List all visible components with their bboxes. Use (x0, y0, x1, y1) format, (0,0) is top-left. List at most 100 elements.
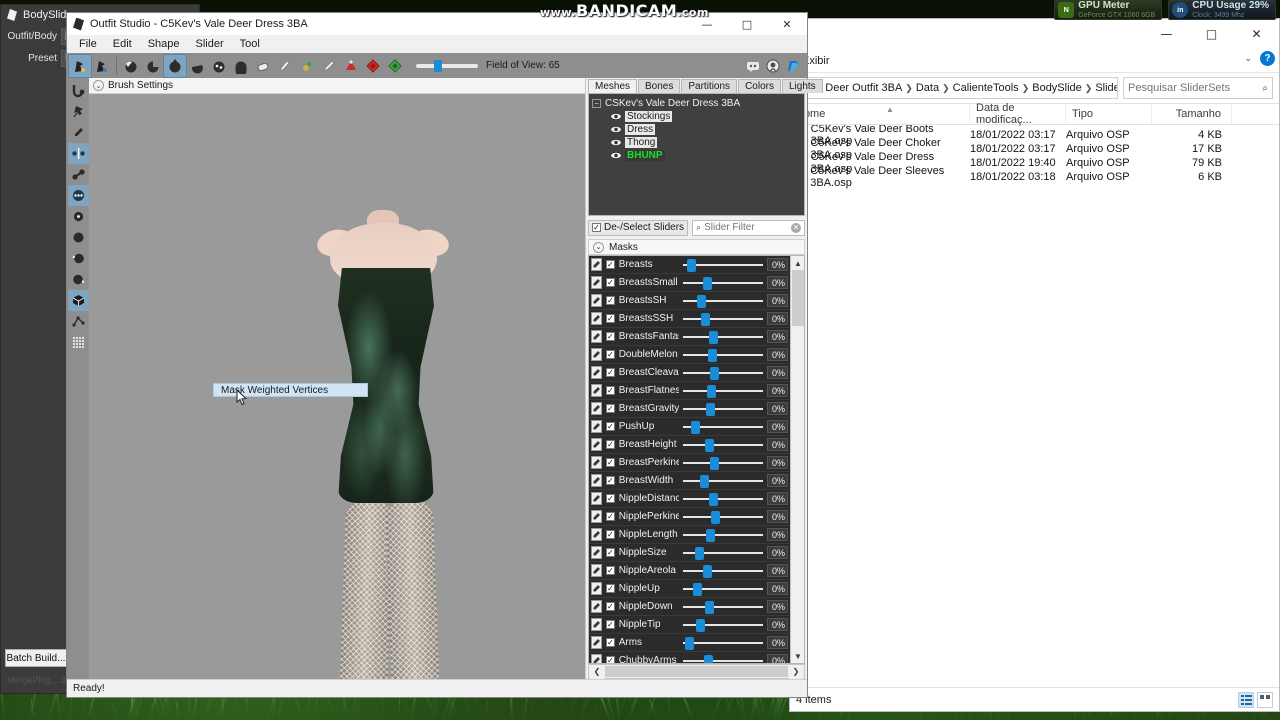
slider-checkbox[interactable]: ✓ (606, 512, 615, 521)
mask-tool-icon[interactable] (68, 206, 89, 227)
explorer-maximize-button[interactable]: □ (1189, 19, 1234, 48)
brush-alpha-icon[interactable] (318, 55, 340, 77)
slider-checkbox[interactable]: ✓ (606, 602, 615, 611)
slider-knob[interactable] (695, 547, 704, 560)
slider-checkbox[interactable]: ✓ (606, 548, 615, 557)
slider-list-vertical-scrollbar[interactable]: ▲ ▼ (790, 256, 804, 663)
slider-row[interactable]: ✓ Arms 0% (589, 634, 790, 652)
file-explorer-window[interactable]: — □ ✕ Exibir ⌄ ? Vale Deer Outfit 3BA ❯ … (789, 18, 1280, 712)
brush-color-icon[interactable] (296, 55, 318, 77)
tab-meshes[interactable]: Meshes (588, 79, 637, 93)
chevron-down-icon[interactable]: ⌄ (93, 80, 104, 91)
slider-knob[interactable] (696, 619, 705, 632)
slider-checkbox[interactable]: ✓ (606, 368, 615, 377)
mesh-tree-item-thong[interactable]: Thong (610, 137, 801, 148)
path-tool-icon[interactable] (68, 311, 89, 332)
fov-slider[interactable] (416, 64, 478, 68)
slider-brush-icon[interactable] (591, 654, 602, 663)
slider-knob[interactable] (707, 385, 716, 398)
slider-track[interactable] (683, 276, 763, 290)
explorer-ribbon[interactable]: Exibir ⌄ ? (790, 49, 1279, 73)
slider-brush-icon[interactable] (591, 474, 602, 487)
column-header-name[interactable]: Nome (790, 104, 970, 124)
slider-knob[interactable] (700, 475, 709, 488)
slider-checkbox[interactable]: ✓ (606, 440, 615, 449)
slider-brush-icon[interactable] (591, 618, 602, 631)
slider-knob[interactable] (711, 511, 720, 524)
collapse-icon[interactable]: − (592, 99, 601, 108)
slider-checkbox[interactable]: ✓ (606, 620, 615, 629)
help-icon[interactable]: ? (1260, 51, 1275, 66)
slider-track[interactable] (683, 528, 763, 542)
os-maximize-button[interactable]: □ (727, 13, 767, 35)
slider-row[interactable]: ✓ ChubbyArms 0% (589, 652, 790, 663)
scroll-right-arrow-icon[interactable]: ❯ (789, 665, 803, 679)
slider-track[interactable] (683, 474, 763, 488)
slider-row[interactable]: ✓ NippleAreola 0% (589, 562, 790, 580)
slider-brush-icon[interactable] (591, 636, 602, 649)
weight-tool-icon[interactable] (68, 185, 89, 206)
right-dock-panel[interactable]: Meshes Bones Partitions Colors Lights − … (585, 78, 807, 679)
fov-slider-knob[interactable] (434, 60, 442, 72)
breadcrumb[interactable]: Vale Deer Outfit 3BA ❯ Data ❯ CalienteTo… (796, 77, 1118, 99)
paypal-icon[interactable] (785, 58, 801, 74)
slider-brush-icon[interactable] (591, 528, 602, 541)
slider-checkbox[interactable]: ✓ (606, 260, 615, 269)
column-header-date[interactable]: Data de modificaç... (970, 104, 1066, 124)
scroll-left-arrow-icon[interactable]: ❮ (590, 665, 604, 679)
eye-icon[interactable] (610, 125, 622, 134)
brush-weight-icon[interactable] (274, 55, 296, 77)
slider-checkbox[interactable]: ✓ (606, 476, 615, 485)
menu-item-slider[interactable]: Slider (188, 37, 232, 51)
slider-brush-icon[interactable] (591, 366, 602, 379)
slider-brush-icon[interactable] (591, 276, 602, 289)
slider-track[interactable] (683, 510, 763, 524)
search-input[interactable] (1128, 82, 1253, 94)
table-row[interactable]: C5Kev's Vale Deer Sleeves 3BA.osp 18/01/… (790, 170, 1279, 184)
slider-track[interactable] (683, 492, 763, 506)
tab-bones[interactable]: Bones (638, 79, 680, 93)
slider-knob[interactable] (687, 259, 696, 272)
search-icon[interactable]: ⌕ (1262, 83, 1268, 94)
slider-knob[interactable] (704, 655, 713, 664)
inflate-tool-icon[interactable] (68, 227, 89, 248)
de-select-sliders-checkbox[interactable]: ✓ De-/Select Sliders (588, 220, 688, 236)
slider-knob[interactable] (710, 367, 719, 380)
slider-row[interactable]: ✓ NippleLength 0% (589, 526, 790, 544)
slider-brush-icon[interactable] (591, 564, 602, 577)
slider-row[interactable]: ✓ BreastFlatness 0% (589, 382, 790, 400)
masks-group-header[interactable]: ⌄ Masks (588, 239, 805, 255)
slider-checkbox[interactable]: ✓ (606, 638, 615, 647)
slider-track[interactable] (683, 258, 763, 272)
brush-mask-icon[interactable] (120, 55, 142, 77)
slider-row[interactable]: ✓ BreastGravity 0% (589, 400, 790, 418)
brush-undiff-icon[interactable] (252, 55, 274, 77)
clear-icon[interactable]: ✕ (791, 223, 801, 233)
slider-knob[interactable] (709, 493, 718, 506)
slider-knob[interactable] (703, 277, 712, 290)
large-icons-view-icon[interactable] (1257, 692, 1273, 708)
slider-knob[interactable] (708, 349, 717, 362)
tab-colors[interactable]: Colors (738, 79, 781, 93)
slider-checkbox[interactable]: ✓ (606, 530, 615, 539)
mesh-tree-item-bhunp[interactable]: BHUNP (610, 150, 801, 161)
slider-track[interactable] (683, 600, 763, 614)
github-icon[interactable] (765, 58, 781, 74)
transform-icon[interactable] (362, 55, 384, 77)
mesh-tree-root[interactable]: − CSKev's Vale Deer Dress 3BA (592, 98, 801, 109)
slider-checkbox[interactable]: ✓ (606, 458, 615, 467)
slider-knob[interactable] (685, 637, 694, 650)
slider-filter-row[interactable]: ✓ De-/Select Sliders ⌕ Slider Filter ✕ (588, 219, 805, 236)
slider-row[interactable]: ✓ NippleSize 0% (589, 544, 790, 562)
breadcrumb-item-1[interactable]: Data (916, 82, 939, 94)
pivot-icon[interactable] (340, 55, 362, 77)
slider-track[interactable] (683, 654, 763, 664)
explorer-minimize-button[interactable]: — (1144, 19, 1189, 48)
mesh-tree-item-stockings[interactable]: Stockings (610, 111, 801, 122)
slider-row[interactable]: ✓BreastsFantasy 0% (589, 328, 790, 346)
slider-checkbox[interactable]: ✓ (606, 386, 615, 395)
slider-row[interactable]: ✓ BreastsSSH 0% (589, 310, 790, 328)
slider-track[interactable] (683, 456, 763, 470)
slider-row[interactable]: ✓NippleDistance0% (589, 490, 790, 508)
slider-knob[interactable] (706, 403, 715, 416)
